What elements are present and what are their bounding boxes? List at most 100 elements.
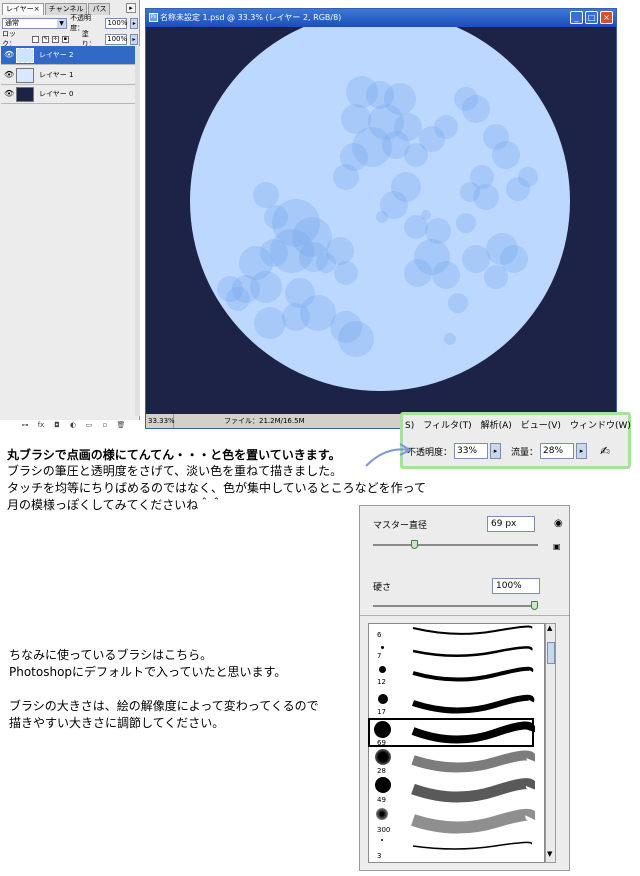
layers-panel: レイヤー× チャンネル パス ▸ 通常 ▼ 不透明度： 100% ▸ ロック： … [0,0,140,429]
eye-icon[interactable]: 👁 [4,70,14,80]
layer-row[interactable]: 👁 レイヤー 2 [1,46,135,65]
brush-tip-dot [381,646,384,649]
trash-icon[interactable]: 🗑 [116,421,126,431]
new-preset-icon[interactable]: ▣ [553,542,561,551]
flow-arrow[interactable]: ▸ [576,443,588,459]
link-icon[interactable]: ⊶ [20,421,30,431]
close-button[interactable]: × [600,11,613,24]
brush-preset[interactable]: 69 [369,719,535,748]
brush-stroke-preview [412,646,533,657]
menu-item-select[interactable]: S) [405,417,414,435]
master-diameter-slider-knob[interactable] [411,540,419,549]
moon-spot [444,333,456,345]
brush-size-label: 7 [377,652,382,660]
brush-options-row: 不透明度： 33% ▸ 流量： 28% ▸ ✍ [407,442,627,460]
adjustment-icon[interactable]: ◐ [68,421,78,431]
moon-spot [333,164,359,190]
brush-preset[interactable]: 7 [369,642,533,661]
brush-preset-panel: マスター直径 69 px ◉ ▣ 硬さ 100% 6 7 12 17 69 28… [359,505,570,871]
divider [360,615,569,616]
menu-item-filter[interactable]: フィルタ(T) [423,417,471,435]
brush-size-label: 17 [377,708,386,716]
note-line: 描きやすい大きさに調節してください。 [9,716,225,730]
minimize-button[interactable]: _ [570,11,583,24]
eye-icon[interactable]: 👁 [4,50,14,60]
layer-thumbnail [16,67,34,83]
layer-row[interactable]: 👁 レイヤー 1 [1,66,135,85]
note-line: 丸ブラシで点画の様にてんてん・・・と色を置いていきます。 [7,448,341,462]
eye-icon[interactable]: 👁 [4,89,14,99]
maximize-button[interactable]: □ [585,11,598,24]
pointer-arrow [365,443,413,467]
fx-icon[interactable]: fx [36,421,46,431]
lock-pixels-icon[interactable]: ✎ [42,35,49,43]
brush-opacity-field[interactable]: 33% [454,443,489,459]
fill-field[interactable]: 100% [105,33,127,45]
mask-icon[interactable]: ◘ [52,421,62,431]
document-titlebar[interactable]: 名称未設定 1.psd @ 33.3% (レイヤー 2, RGB/8) [146,9,616,27]
brush-size-label: 12 [377,678,386,686]
layers-scrollbar[interactable] [135,46,140,416]
brush-list-scrollbar[interactable]: ▲ ▼ [545,623,556,863]
scroll-thumb[interactable] [547,642,555,664]
scroll-up-icon[interactable]: ▲ [547,624,552,632]
moon-spot [456,213,476,233]
moon-spot [253,182,279,208]
blend-mode-select[interactable]: 通常 ▼ [2,17,68,29]
menu-item-window[interactable]: ウィンドウ(W) [570,417,631,435]
hardness-slider-track[interactable] [373,605,538,607]
brush-preset[interactable]: 49 [369,776,535,806]
menu-item-analysis[interactable]: 解析(A) [481,417,512,435]
brush-tip-dot [375,749,391,765]
master-diameter-field[interactable]: 69 px [487,516,535,532]
moon-spot [518,167,538,187]
layer-opacity-arrow[interactable]: ▸ [130,17,138,29]
brush-tip-dot [378,694,388,704]
flow-label: 流量： [511,447,539,458]
panel-menu-icon[interactable]: ◉ [554,518,563,529]
brush-preset[interactable]: 28 [369,748,535,776]
note-line: タッチを均等にちりばめるのではなく、色が集中しているところなどを作って [7,481,427,495]
airbrush-icon[interactable]: ✍ [595,442,615,460]
moon-spot [254,307,286,339]
lock-all-icon[interactable]: ▪ [61,35,69,43]
brush-preset[interactable]: 17 [369,689,535,719]
moon-spot [434,115,458,139]
scroll-down-icon[interactable]: ▼ [547,850,552,858]
panel-menu-button[interactable]: ▸ [126,3,136,13]
zoom-level[interactable]: 33.33% [146,414,175,428]
brush-opacity-arrow[interactable]: ▸ [490,443,502,459]
blend-opacity-row: 通常 ▼ 不透明度： 100% ▸ [2,14,138,32]
moon-spot [432,261,460,289]
layer-name: レイヤー 1 [39,71,74,79]
moon-spot [462,95,490,123]
menu-item-view[interactable]: ビュー(V) [521,417,561,435]
moon-spot [334,261,358,285]
brush-preset[interactable]: 6 [369,624,533,642]
layer-opacity-field[interactable]: 100% [105,17,127,29]
brush-preset[interactable]: 12 [369,661,534,689]
folder-icon[interactable]: ▭ [84,421,94,431]
lock-fill-row: ロック： ✎ ✛ ▪ 塗り： 100% ▸ [2,30,138,48]
brush-preset[interactable]: 3 [369,836,533,862]
fill-arrow[interactable]: ▸ [130,33,138,45]
new-layer-icon[interactable]: ▫ [100,421,110,431]
brush-preset[interactable]: 300 [369,806,535,836]
lock-position-icon[interactable]: ✛ [51,35,59,43]
hardness-label: 硬さ [373,583,392,593]
brush-stroke-preview [411,721,535,744]
menu-bar: S) フィルタ(T) 解析(A) ビュー(V) ウィンドウ(W) [403,417,631,435]
hardness-field[interactable]: 100% [492,578,540,594]
brush-size-label: 6 [377,631,382,639]
brush-list[interactable]: 6 7 12 17 69 28 49 300 3 [368,623,545,863]
flow-field[interactable]: 28% [540,443,575,459]
brush-tip-dot [376,808,388,820]
layer-thumbnail [16,86,34,102]
canvas[interactable] [146,27,616,414]
master-diameter-slider-track[interactable] [373,544,538,546]
brush-stroke-preview [412,694,535,714]
lock-transparency-icon[interactable] [32,35,40,43]
hardness-slider-knob[interactable] [531,601,538,610]
tab-layers[interactable]: レイヤー× [2,3,44,15]
layer-row[interactable]: 👁 レイヤー 0 [1,85,135,104]
